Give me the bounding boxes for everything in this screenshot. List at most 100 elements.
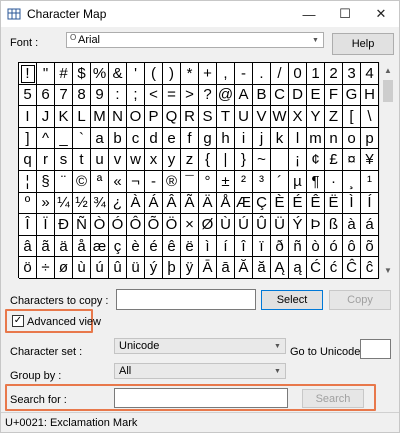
character-cell[interactable]: å: [73, 235, 91, 258]
character-cell[interactable]: Ò: [91, 214, 109, 236]
character-cell[interactable]: ù: [73, 257, 91, 279]
character-cell[interactable]: t: [73, 149, 91, 171]
character-cell[interactable]: Ó: [109, 214, 127, 236]
character-cell[interactable]: º: [19, 192, 37, 215]
scrollbar-thumb[interactable]: [383, 80, 393, 102]
character-cell[interactable]: K: [55, 106, 73, 128]
character-cell[interactable]: e: [163, 127, 181, 150]
character-cell[interactable]: /: [271, 63, 289, 85]
character-cell[interactable]: ÷: [37, 257, 55, 279]
character-cell[interactable]: A: [235, 84, 253, 107]
character-cell[interactable]: P: [145, 106, 163, 128]
character-cell[interactable]: Ñ: [73, 214, 91, 236]
scroll-down-icon[interactable]: ▼: [380, 262, 396, 278]
character-cell[interactable]: j: [253, 127, 271, 150]
character-cell[interactable]: ā: [217, 257, 235, 279]
group-by-dropdown[interactable]: All ▼: [114, 363, 286, 379]
character-cell[interactable]: ´: [271, 170, 289, 193]
character-cell[interactable]: ą: [289, 257, 307, 279]
character-cell[interactable]: :: [109, 84, 127, 107]
character-cell[interactable]: `: [73, 127, 91, 150]
character-cell[interactable]: 8: [73, 84, 91, 107]
character-cell[interactable]: í: [217, 235, 235, 258]
character-cell[interactable]: h: [217, 127, 235, 150]
character-cell[interactable]: Ö: [163, 214, 181, 236]
character-cell[interactable]: à: [343, 214, 361, 236]
character-cell[interactable]: V: [253, 106, 271, 128]
character-cell[interactable]: S: [199, 106, 217, 128]
go-to-unicode-field[interactable]: [360, 339, 391, 359]
character-cell[interactable]: I: [19, 106, 37, 128]
character-cell[interactable]: ¢: [307, 149, 325, 171]
character-cell[interactable]: J: [37, 106, 55, 128]
character-cell[interactable]: Ā: [199, 257, 217, 279]
character-cell[interactable]: u: [91, 149, 109, 171]
character-cell[interactable]: f: [181, 127, 199, 150]
character-cell[interactable]: Â: [163, 192, 181, 215]
character-cell[interactable]: ì: [199, 235, 217, 258]
character-cell[interactable]: û: [109, 257, 127, 279]
character-cell[interactable]: ¹: [361, 170, 379, 193]
character-cell[interactable]: x: [145, 149, 163, 171]
character-cell[interactable]: Ð: [55, 214, 73, 236]
character-cell[interactable]: *: [181, 63, 199, 85]
character-cell[interactable]: .: [253, 63, 271, 85]
character-cell[interactable]: î: [235, 235, 253, 258]
character-cell[interactable]: y: [163, 149, 181, 171]
character-cell[interactable]: ô: [343, 235, 361, 258]
character-cell[interactable]: ': [127, 63, 145, 85]
character-cell[interactable]: ë: [181, 235, 199, 258]
character-cell[interactable]: Î: [19, 214, 37, 236]
character-cell[interactable]: ®: [163, 170, 181, 193]
character-cell[interactable]: Ø: [199, 214, 217, 236]
character-cell[interactable]: D: [289, 84, 307, 107]
character-grid[interactable]: ! " # $% & '() * +, -./0 1 2 3 4 5 6 7 8 9:; < = >? @ A B C D E F G H…: [18, 62, 379, 279]
advanced-view-checkbox[interactable]: ✓: [12, 315, 24, 327]
character-cell[interactable]: c: [127, 127, 145, 150]
character-cell[interactable]: @: [217, 84, 235, 107]
character-cell[interactable]: Ü: [271, 214, 289, 236]
character-cell[interactable]: g: [199, 127, 217, 150]
character-cell[interactable]: £: [325, 149, 343, 171]
character-cell[interactable]: ä: [55, 235, 73, 258]
character-cell[interactable]: ¡: [289, 149, 307, 171]
character-cell[interactable]: ³: [253, 170, 271, 193]
character-cell[interactable]: z: [181, 149, 199, 171]
character-cell[interactable]: ?: [199, 84, 217, 107]
character-cell[interactable]: (: [145, 63, 163, 85]
character-cell[interactable]: 6: [37, 84, 55, 107]
character-cell[interactable]: Ć: [307, 257, 325, 279]
character-cell[interactable]: ¦: [19, 170, 37, 193]
character-cell[interactable]: ²: [235, 170, 253, 193]
character-cell[interactable]: \: [361, 106, 379, 128]
characters-to-copy-field[interactable]: [116, 289, 256, 310]
character-cell[interactable]: ¸: [343, 170, 361, 193]
search-button[interactable]: Search: [302, 389, 364, 408]
character-cell[interactable]: ĉ: [361, 257, 379, 279]
character-cell[interactable]: ó: [325, 235, 343, 258]
character-cell[interactable]: è: [127, 235, 145, 258]
character-cell[interactable]: ñ: [289, 235, 307, 258]
copy-button[interactable]: Copy: [329, 290, 391, 310]
character-cell[interactable]: T: [217, 106, 235, 128]
character-cell[interactable]: Ä: [199, 192, 217, 215]
character-cell[interactable]: =: [163, 84, 181, 107]
character-cell[interactable]: «: [109, 170, 127, 193]
character-cell[interactable]: &: [109, 63, 127, 85]
character-cell[interactable]: ~: [253, 149, 271, 171]
character-cell[interactable]: U: [235, 106, 253, 128]
character-cell[interactable]: Õ: [145, 214, 163, 236]
character-cell[interactable]: ă: [253, 257, 271, 279]
character-cell[interactable]: Ą: [271, 257, 289, 279]
character-cell[interactable]: ±: [217, 170, 235, 193]
character-cell[interactable]: E: [307, 84, 325, 107]
character-cell[interactable]: ": [37, 63, 55, 85]
character-cell[interactable]: 9: [91, 84, 109, 107]
character-cell[interactable]: X: [289, 106, 307, 128]
character-cell[interactable]: ø: [55, 257, 73, 279]
character-cell[interactable]: ,: [217, 63, 235, 85]
character-cell[interactable]: m: [307, 127, 325, 150]
character-cell[interactable]: ): [163, 63, 181, 85]
character-cell[interactable]: o: [343, 127, 361, 150]
character-cell[interactable]: »: [37, 192, 55, 215]
